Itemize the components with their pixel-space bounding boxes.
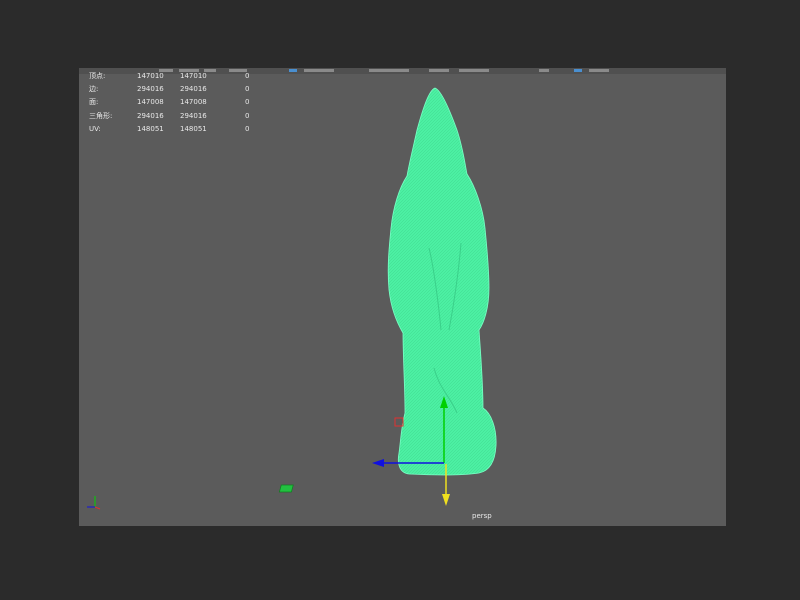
mesh-figurine[interactable] <box>387 87 497 476</box>
manipulator-plane-handle[interactable] <box>394 417 404 427</box>
scene-canvas[interactable] <box>79 68 726 526</box>
3d-viewport[interactable]: 顶点: 147010 147010 0 边: 294016 294016 0 面… <box>79 68 726 526</box>
axis-indicator-icon <box>87 496 101 510</box>
manipulator-ground-handle[interactable] <box>278 484 294 493</box>
camera-label: persp <box>472 512 492 520</box>
